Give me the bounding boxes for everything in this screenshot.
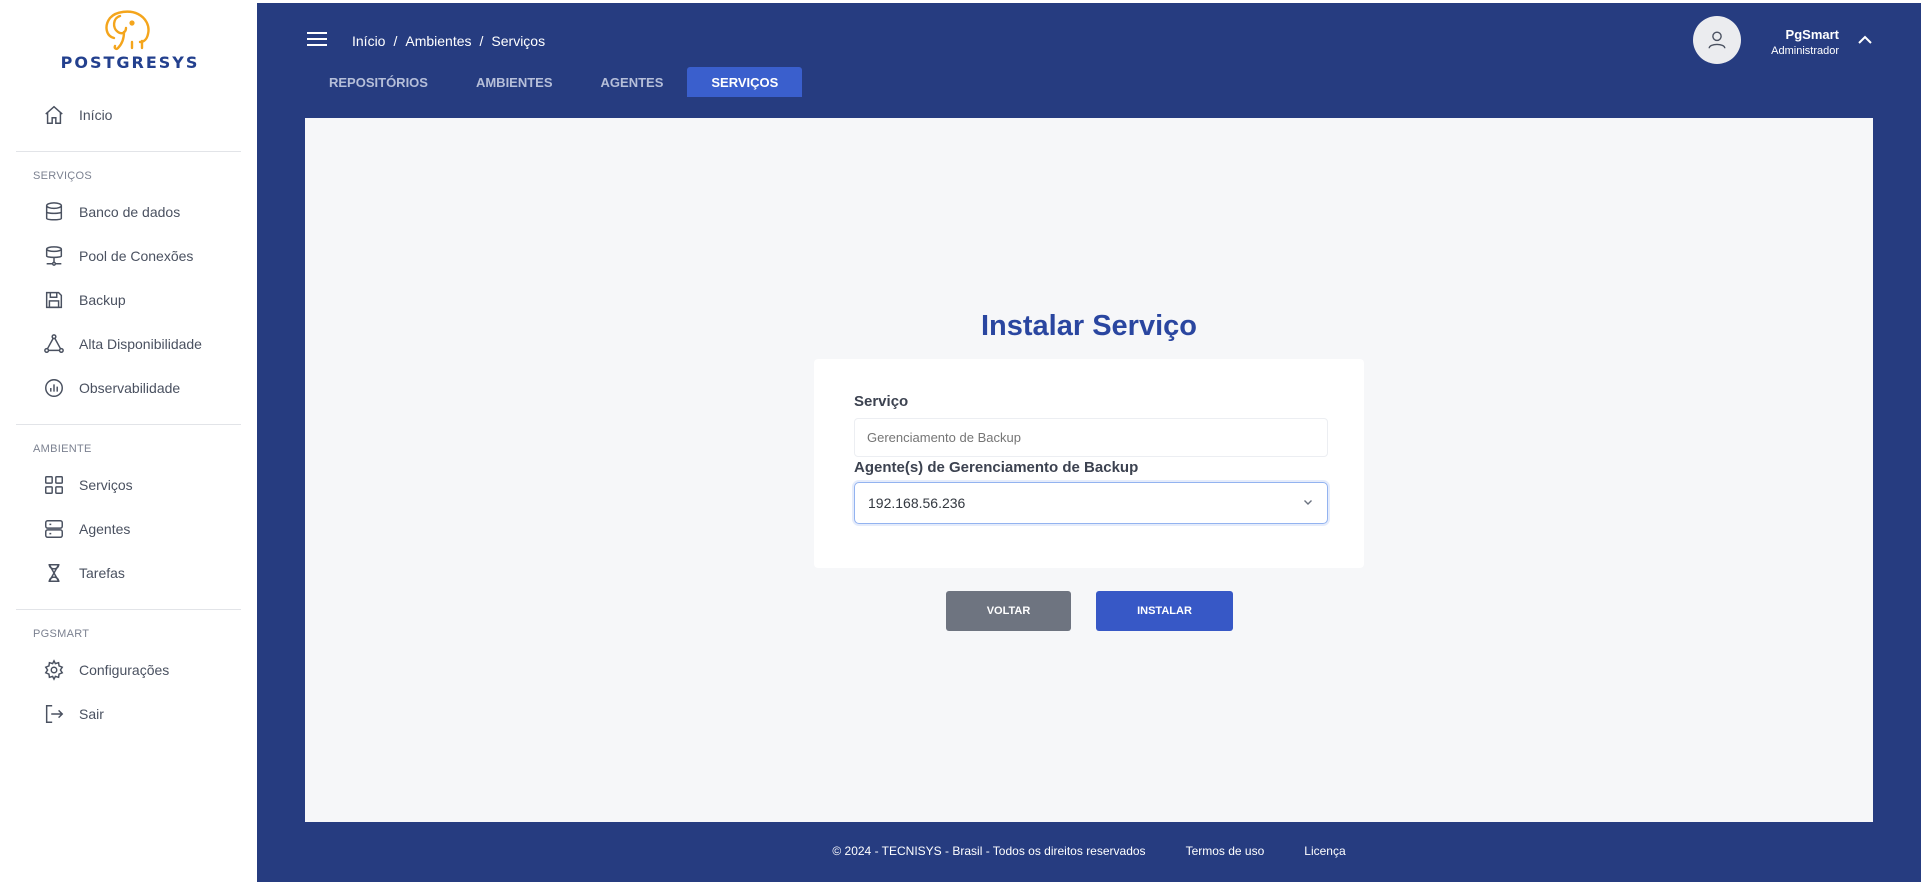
chevron-up-icon[interactable] bbox=[1855, 30, 1875, 50]
gear-icon bbox=[42, 658, 66, 682]
breadcrumb-separator: / bbox=[479, 33, 484, 49]
logout-icon bbox=[42, 702, 66, 726]
page-title: Instalar Serviço bbox=[981, 310, 1197, 342]
sidebar-item-label: Agentes bbox=[79, 521, 131, 537]
sidebar-item-label: Tarefas bbox=[79, 565, 125, 581]
install-service-card: Serviço Agente(s) de Gerenciamento de Ba… bbox=[814, 359, 1364, 568]
server-icon bbox=[42, 517, 66, 541]
sidebar-item-agentes[interactable]: Agentes bbox=[0, 511, 257, 547]
sidebar-item-banco-de-dados[interactable]: Banco de dados bbox=[0, 194, 257, 230]
back-button[interactable]: VOLTAR bbox=[946, 591, 1071, 631]
sidebar-item-backup[interactable]: Backup bbox=[0, 282, 257, 318]
tab-servicos[interactable]: SERVIÇOS bbox=[687, 67, 803, 97]
service-input[interactable] bbox=[854, 418, 1328, 457]
agent-label: Agente(s) de Gerenciamento de Backup bbox=[854, 459, 1139, 476]
menu-icon[interactable] bbox=[307, 32, 327, 48]
sidebar: POSTGRESYS Início SERVIÇOS Banco de dado… bbox=[0, 0, 257, 882]
breadcrumb-separator: / bbox=[393, 33, 398, 49]
sidebar-item-label: Backup bbox=[79, 292, 126, 308]
database-icon bbox=[42, 200, 66, 224]
sidebar-item-servicos[interactable]: Serviços bbox=[0, 467, 257, 503]
hourglass-icon bbox=[42, 561, 66, 585]
sidebar-item-tarefas[interactable]: Tarefas bbox=[0, 555, 257, 591]
sidebar-item-configuracoes[interactable]: Configurações bbox=[0, 652, 257, 688]
sidebar-item-label: Observabilidade bbox=[79, 380, 181, 396]
service-label: Serviço bbox=[854, 393, 909, 410]
chart-circle-icon bbox=[42, 376, 66, 400]
user-role: Administrador bbox=[1771, 45, 1839, 57]
sidebar-item-inicio[interactable]: Início bbox=[0, 97, 257, 133]
tab-bar: REPOSITÓRIOS AMBIENTES AGENTES SERVIÇOS bbox=[305, 67, 803, 97]
network-triangle-icon bbox=[42, 332, 66, 356]
sidebar-item-label: Banco de dados bbox=[79, 204, 181, 220]
sidebar-item-label: Configurações bbox=[79, 662, 170, 678]
breadcrumb-item-ambientes[interactable]: Ambientes bbox=[405, 33, 471, 49]
breadcrumb-item-inicio[interactable]: Início bbox=[352, 33, 385, 49]
tab-ambientes[interactable]: AMBIENTES bbox=[452, 67, 577, 97]
sidebar-item-observabilidade[interactable]: Observabilidade bbox=[0, 370, 257, 406]
sidebar-item-label: Serviços bbox=[79, 477, 133, 493]
grid-icon bbox=[42, 473, 66, 497]
sidebar-item-pool-de-conexoes[interactable]: Pool de Conexões bbox=[0, 238, 257, 274]
install-button[interactable]: INSTALAR bbox=[1096, 591, 1233, 631]
sidebar-item-alta-disponibilidade[interactable]: Alta Disponibilidade bbox=[0, 326, 257, 362]
chevron-down-icon bbox=[1302, 495, 1314, 511]
logo[interactable]: POSTGRESYS bbox=[40, 8, 220, 72]
terms-link[interactable]: Termos de uso bbox=[1186, 844, 1265, 858]
sidebar-item-sair[interactable]: Sair bbox=[0, 696, 257, 732]
sidebar-item-label: Sair bbox=[79, 706, 104, 722]
sidebar-item-label: Início bbox=[79, 107, 113, 123]
user-icon bbox=[1708, 31, 1726, 49]
main-area: Início / Ambientes / Serviços PgSmart Ad… bbox=[257, 3, 1921, 882]
avatar[interactable] bbox=[1693, 16, 1741, 64]
breadcrumb: Início / Ambientes / Serviços bbox=[352, 33, 545, 49]
tab-repositorios[interactable]: REPOSITÓRIOS bbox=[305, 67, 452, 97]
user-menu: PgSmart Administrador bbox=[1693, 16, 1903, 66]
footer: © 2024 - TECNISYS - Brasil - Todos os di… bbox=[257, 844, 1921, 858]
section-label-ambiente: AMBIENTE bbox=[33, 443, 92, 455]
divider bbox=[16, 151, 241, 152]
connection-pool-icon bbox=[42, 244, 66, 268]
divider bbox=[16, 609, 241, 610]
user-name: PgSmart bbox=[1785, 27, 1839, 42]
tab-agentes[interactable]: AGENTES bbox=[577, 67, 688, 97]
section-label-pgsmart: PGSMART bbox=[33, 628, 90, 640]
sidebar-item-label: Alta Disponibilidade bbox=[79, 336, 202, 352]
home-icon bbox=[42, 103, 66, 127]
elephant-logo-icon bbox=[105, 10, 150, 51]
sidebar-item-label: Pool de Conexões bbox=[79, 248, 194, 264]
logo-text: POSTGRESYS bbox=[60, 53, 200, 72]
license-link[interactable]: Licença bbox=[1304, 844, 1345, 858]
breadcrumb-item-servicos[interactable]: Serviços bbox=[491, 33, 545, 49]
copyright-text: © 2024 - TECNISYS - Brasil - Todos os di… bbox=[832, 844, 1146, 858]
content-panel: Instalar Serviço Serviço Agente(s) de Ge… bbox=[305, 118, 1873, 822]
agent-select[interactable]: 192.168.56.236 bbox=[854, 482, 1328, 524]
divider bbox=[16, 424, 241, 425]
section-label-servicos: SERVIÇOS bbox=[33, 170, 93, 182]
save-icon bbox=[42, 288, 66, 312]
agent-select-value: 192.168.56.236 bbox=[868, 495, 966, 511]
